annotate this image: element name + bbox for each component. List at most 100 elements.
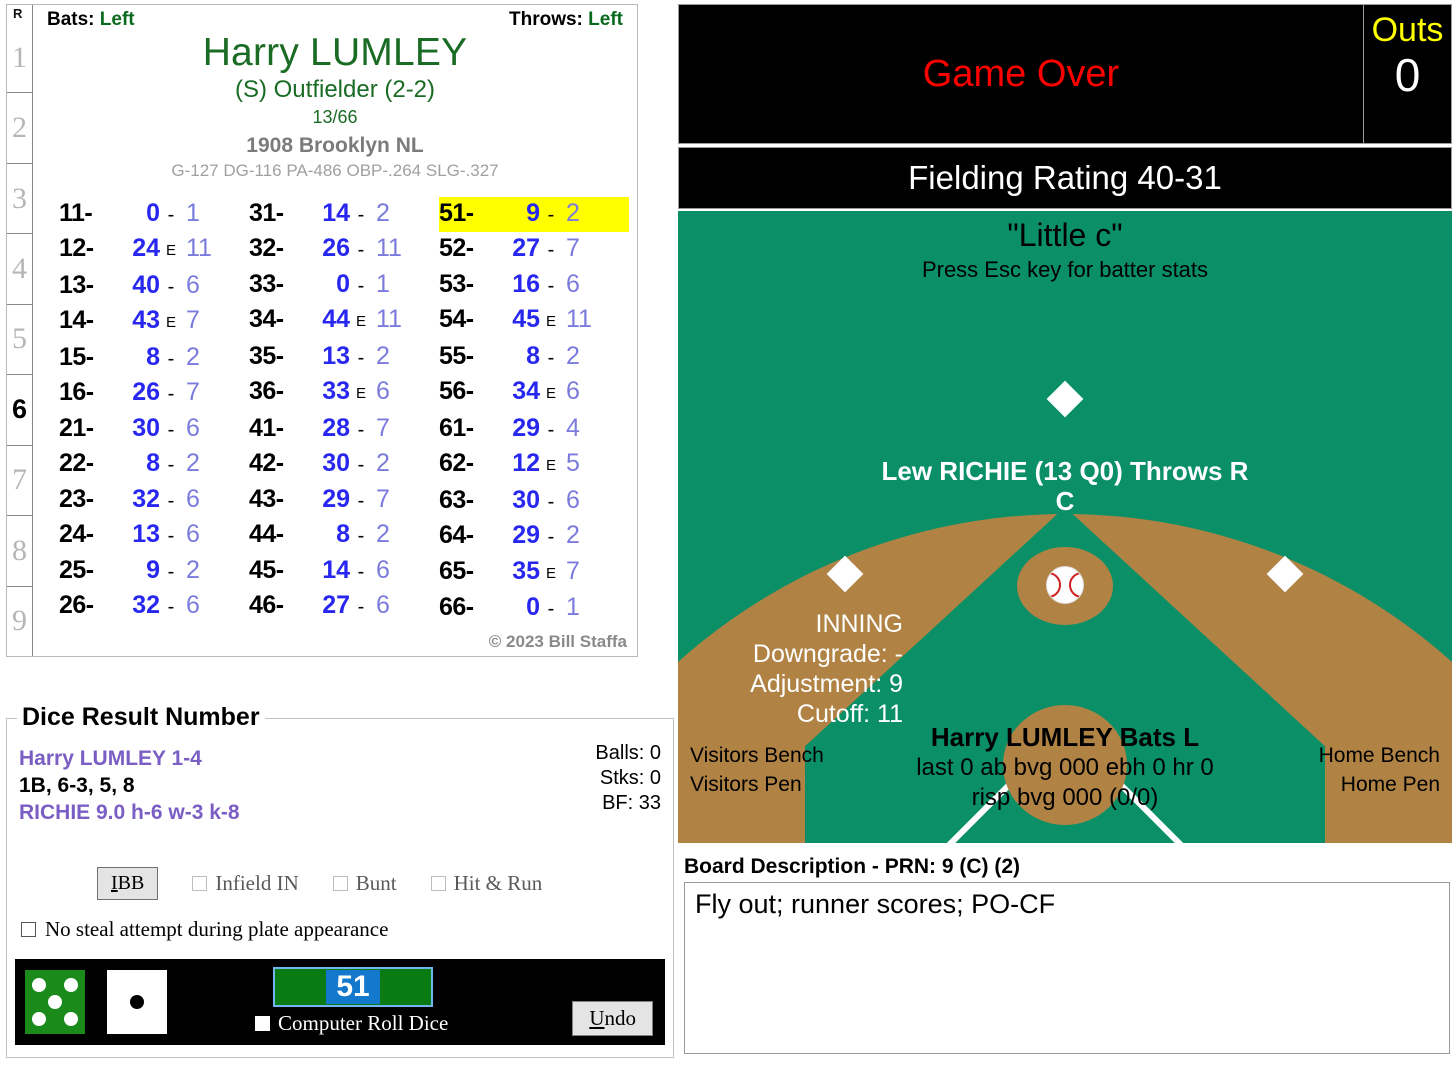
green-die[interactable] [25, 970, 85, 1034]
dice-combo-key: 53- [439, 269, 474, 298]
dice-result-row[interactable]: 43- 29-7 [249, 483, 439, 519]
dice-result-row[interactable]: 32- 26-11 [249, 232, 439, 268]
dice-result-row[interactable]: 64- 29-2 [439, 519, 629, 555]
second-base-icon[interactable] [1046, 380, 1084, 418]
result-primary: 44 [322, 305, 350, 334]
inning-cell-7[interactable]: 7 [7, 444, 32, 515]
dice-result-row[interactable]: 11- 0-1 [59, 197, 249, 233]
error-marker: E [545, 385, 556, 403]
bats-value: Left [99, 9, 135, 30]
dice-result-row[interactable]: 45- 14-6 [249, 554, 439, 590]
die-pip [32, 1012, 46, 1027]
dice-result-row[interactable]: 21- 30-6 [59, 412, 249, 448]
ibb-button[interactable]: IBB [97, 867, 159, 900]
dice-result-row[interactable]: 54- 45 E 11 [439, 303, 629, 340]
result-secondary: 2 [186, 449, 200, 478]
dice-result-row[interactable]: 33- 0-1 [249, 268, 439, 304]
pitcher-info[interactable]: Lew RICHIE (13 Q0) Throws R C [678, 456, 1452, 516]
dice-result-row[interactable]: 63- 30-6 [439, 484, 629, 520]
separator: - [167, 347, 175, 370]
separator: - [357, 274, 365, 297]
result-primary: 32 [132, 484, 160, 513]
infield-in-checkbox[interactable]: Infield IN [192, 871, 299, 896]
result-secondary: 6 [376, 555, 390, 584]
white-die[interactable] [107, 970, 167, 1034]
checkbox-box-icon[interactable] [332, 876, 348, 891]
copyright-text: © 2023 Bill Staffa [488, 632, 627, 651]
checkbox-box-icon[interactable] [21, 922, 36, 937]
inning-cell-6[interactable]: 6 [7, 374, 32, 444]
dice-result-row[interactable]: 25- 9-2 [59, 554, 249, 590]
checkbox-box-icon[interactable] [255, 1016, 270, 1031]
dice-result-row[interactable]: 56- 34 E 6 [439, 375, 629, 412]
baseball-field[interactable]: "Little c" Press Esc key for batter stat… [678, 211, 1452, 843]
result-secondary: 2 [376, 449, 390, 478]
dice-result-row[interactable]: 51- 9-2 [439, 196, 629, 233]
dice-result-row[interactable]: 14- 43 E 7 [59, 304, 249, 341]
dice-result-row[interactable]: 36- 33 E 6 [249, 375, 439, 412]
separator: - [547, 490, 555, 513]
field-title: "Little c" [1007, 217, 1123, 253]
result-primary: 40 [132, 270, 160, 299]
batter-info-block[interactable]: Harry LUMLEY Bats L last 0 ab bvg 000 eb… [678, 721, 1452, 813]
inning-cell-9[interactable]: 9 [7, 585, 32, 656]
dice-result-row[interactable]: 23- 32-6 [59, 483, 249, 519]
hit-and-run-checkbox[interactable]: Hit & Run [430, 871, 543, 896]
error-marker: E [545, 313, 556, 331]
dice-result-row[interactable]: 13- 40-6 [59, 269, 249, 305]
dice-result-row[interactable]: 16- 26-7 [59, 376, 249, 412]
dice-result-row[interactable]: 12- 24 E 11 [59, 232, 249, 269]
dice-combo-key: 35- [249, 341, 284, 370]
dice-result-row[interactable]: 55- 8-2 [439, 340, 629, 376]
dice-result-row[interactable]: 15- 8-2 [59, 341, 249, 377]
result-secondary: 11 [376, 305, 402, 334]
dice-result-row[interactable]: 26- 32-6 [59, 589, 249, 625]
dice-result-row[interactable]: 61- 29-4 [439, 412, 629, 448]
inning-cell-3[interactable]: 3 [7, 162, 32, 233]
result-primary: 26 [132, 378, 160, 407]
dice-result-row[interactable]: 62- 12 E 5 [439, 447, 629, 484]
dice-result-row[interactable]: 44- 8-2 [249, 518, 439, 554]
hit-and-run-label: Hit & Run [453, 871, 543, 895]
inning-cell-5[interactable]: 5 [7, 303, 32, 374]
dice-combo-key: 65- [439, 556, 474, 585]
inning-cell-1[interactable]: 1 [7, 23, 32, 92]
dice-result-row[interactable]: 66- 0-1 [439, 591, 629, 627]
inning-cell-4[interactable]: 4 [7, 233, 32, 303]
dice-result-row[interactable]: 53- 16-6 [439, 268, 629, 304]
dice-combo-key: 11- [59, 198, 93, 227]
separator: - [167, 560, 175, 583]
checkbox-box-icon[interactable] [430, 876, 446, 891]
die-pip-empty [113, 1011, 129, 1028]
dice-result-row[interactable]: 22- 8-2 [59, 447, 249, 483]
infield-in-label: Infield IN [215, 871, 299, 895]
undo-button[interactable]: Undo [572, 1001, 653, 1036]
separator: - [357, 525, 365, 548]
result-secondary: 6 [376, 591, 390, 620]
no-steal-checkbox[interactable]: No steal attempt during plate appearance [21, 917, 388, 942]
dice-panel-title: Dice Result Number [17, 703, 265, 732]
result-primary: 0 [336, 269, 350, 298]
dice-result-row[interactable]: 35- 13-2 [249, 340, 439, 376]
pitcher-name-line: Lew RICHIE (13 Q0) Throws R [881, 456, 1249, 486]
dice-result-row[interactable]: 31- 14-2 [249, 197, 439, 233]
computer-roll-dice-checkbox[interactable]: Computer Roll Dice [255, 1011, 448, 1036]
inning-cell-2[interactable]: 2 [7, 92, 32, 162]
checkbox-box-icon[interactable] [192, 876, 208, 891]
bunt-checkbox[interactable]: Bunt [332, 871, 397, 896]
dice-result-row[interactable]: 41- 28-7 [249, 412, 439, 448]
dice-result-row[interactable]: 42- 30-2 [249, 447, 439, 483]
dice-result-row[interactable]: 65- 35 E 7 [439, 555, 629, 592]
play-options-row: IBB Infield IN Bunt Hit & Run [7, 867, 673, 900]
result-secondary: 6 [186, 591, 200, 620]
separator: - [357, 489, 365, 512]
die-pip-empty [113, 993, 129, 1010]
dice-result-row[interactable]: 24- 13-6 [59, 518, 249, 554]
roll-result-value: 51 [326, 970, 380, 1004]
separator: - [547, 203, 555, 226]
bats-throws-row: Bats: Left Throws: Left [41, 5, 629, 31]
dice-result-row[interactable]: 46- 27-6 [249, 589, 439, 625]
inning-cell-8[interactable]: 8 [7, 515, 32, 585]
dice-result-row[interactable]: 34- 44 E 11 [249, 303, 439, 340]
dice-result-row[interactable]: 52- 27-7 [439, 232, 629, 268]
